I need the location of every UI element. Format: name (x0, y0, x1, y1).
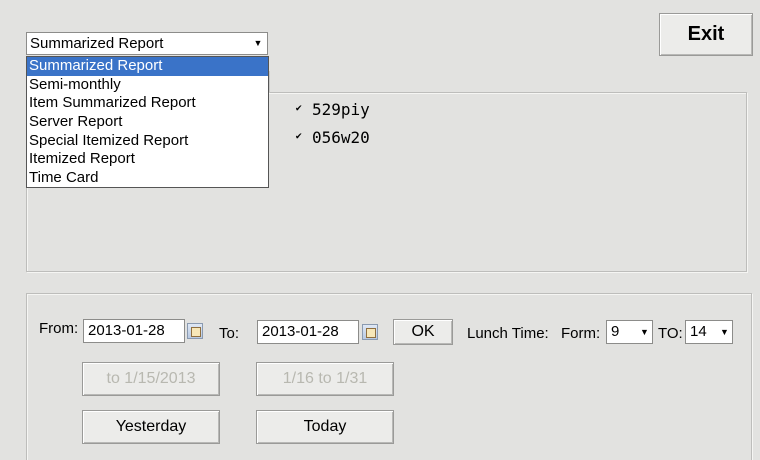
from-date-input[interactable]: 2013-01-28 (83, 319, 185, 343)
server-item-label: 056w20 (312, 127, 370, 147)
dropdown-option[interactable]: Item Summarized Report (27, 94, 268, 113)
checkbox-checked-icon[interactable]: ✔ (295, 132, 304, 142)
first-half-button[interactable]: to 1/15/2013 (82, 362, 220, 396)
lunch-from-value: 9 (611, 323, 620, 340)
server-item-label: 529piy (312, 99, 370, 119)
from-label: From: (39, 320, 79, 337)
today-button[interactable]: Today (256, 410, 394, 444)
lunch-to-select[interactable]: 14 ▼ (685, 320, 733, 344)
lunch-to-label: TO: (658, 325, 683, 342)
dropdown-option[interactable]: Server Report (27, 113, 268, 132)
chevron-down-icon[interactable]: ▼ (252, 36, 264, 51)
yesterday-button[interactable]: Yesterday (82, 410, 220, 444)
to-date-input[interactable]: 2013-01-28 (257, 320, 359, 344)
lunch-time-label: Lunch Time: (467, 325, 549, 342)
form-label: Form: (561, 325, 601, 342)
exit-button[interactable]: Exit (659, 13, 753, 56)
dropdown-option[interactable]: Semi-monthly (27, 76, 268, 95)
dropdown-option[interactable]: Time Card (27, 169, 268, 188)
report-type-select[interactable]: Summarized Report ▼ (26, 32, 268, 55)
checkbox-checked-icon[interactable]: ✔ (295, 104, 304, 114)
dropdown-option[interactable]: Itemized Report (27, 150, 268, 169)
dropdown-option[interactable]: Special Itemized Report (27, 132, 268, 151)
chevron-down-icon[interactable]: ▼ (639, 325, 650, 339)
calendar-icon[interactable] (187, 323, 203, 339)
dropdown-option[interactable]: Summarized Report (27, 57, 268, 76)
server-item[interactable]: ✔ 529piy (295, 99, 370, 119)
server-item[interactable]: ✔ 056w20 (295, 127, 370, 147)
second-half-button[interactable]: 1/16 to 1/31 (256, 362, 394, 396)
to-label: To: (219, 325, 240, 342)
lunch-from-select[interactable]: 9 ▼ (606, 320, 653, 344)
ok-button[interactable]: OK (393, 319, 453, 345)
calendar-icon[interactable] (362, 324, 378, 340)
chevron-down-icon[interactable]: ▼ (719, 325, 730, 339)
report-type-dropdown[interactable]: Summarized Report Semi-monthly Item Summ… (26, 56, 269, 188)
lunch-to-value: 14 (690, 323, 707, 340)
report-type-value: Summarized Report (30, 35, 164, 52)
